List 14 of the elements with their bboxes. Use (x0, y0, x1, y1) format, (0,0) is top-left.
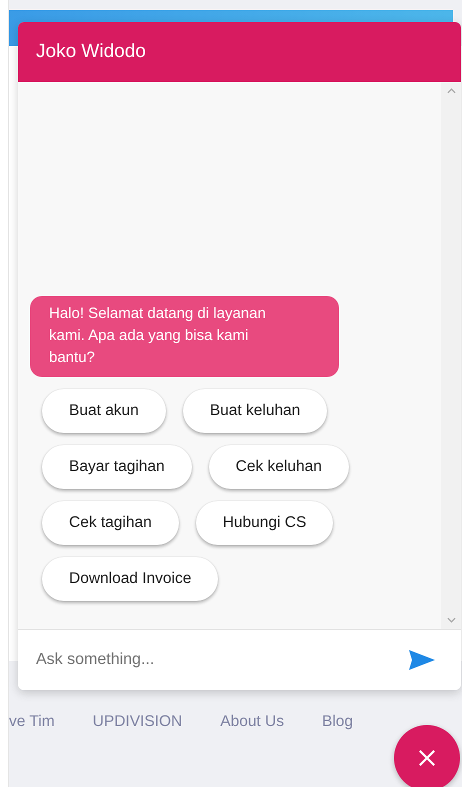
quick-reply-button[interactable]: Buat akun (42, 389, 166, 433)
scroll-down-icon[interactable] (446, 617, 456, 623)
chat-title: Joko Widodo (36, 41, 146, 63)
send-icon[interactable] (409, 650, 435, 670)
message-bubble: Halo! Selamat datang di layanan kami. Apa ada yang bisa kami bantu? (30, 296, 339, 377)
close-icon (418, 749, 436, 767)
quick-reply-button[interactable]: Bayar tagihan (42, 445, 192, 489)
quick-reply-button[interactable]: Hubungi CS (196, 501, 334, 545)
scroll-up-icon[interactable] (446, 88, 456, 94)
quick-reply-button[interactable]: Cek keluhan (208, 445, 349, 489)
quick-reply-button[interactable]: Buat keluhan (182, 389, 328, 433)
quick-reply-button[interactable]: Cek tagihan (42, 501, 179, 545)
scrollbar[interactable] (441, 82, 461, 629)
quick-reply-button[interactable]: Download Invoice (42, 557, 218, 601)
